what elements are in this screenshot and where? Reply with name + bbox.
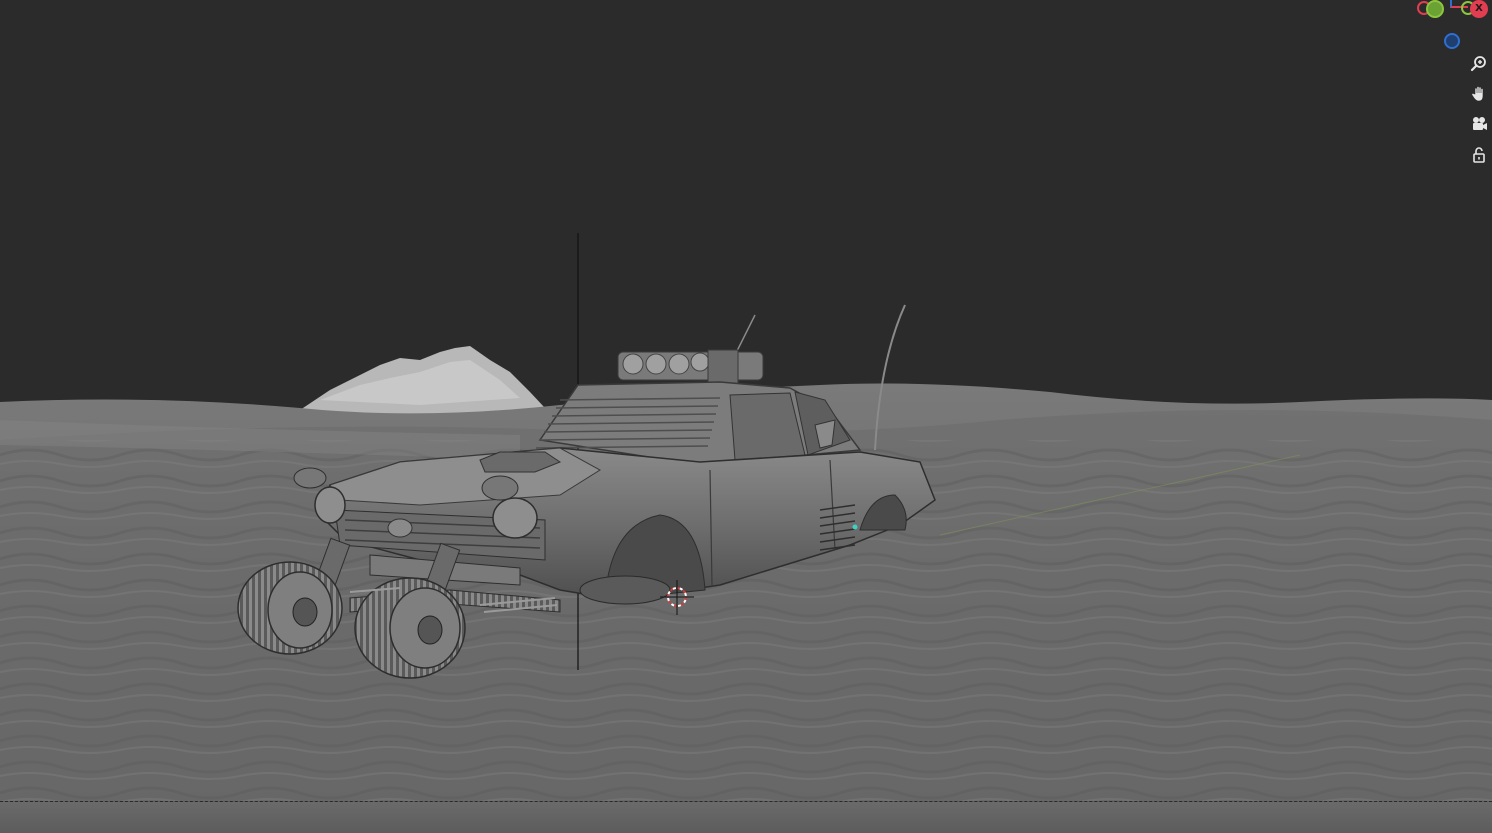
timeline-header-bar[interactable] xyxy=(0,801,1492,833)
unlock-icon xyxy=(1473,147,1485,163)
zoom-icon xyxy=(1470,56,1486,72)
gizmo-x-axis[interactable]: X xyxy=(1470,0,1488,18)
3d-viewport[interactable]: X xyxy=(0,0,1492,833)
pan-button[interactable] xyxy=(1467,82,1491,106)
camera-icon xyxy=(1473,117,1487,130)
hand-icon xyxy=(1471,86,1484,102)
lock-button[interactable] xyxy=(1467,143,1491,167)
roof-light-bar xyxy=(617,349,764,385)
gizmo-z-axis[interactable] xyxy=(1444,33,1460,49)
scene-render xyxy=(0,0,1492,833)
zoom-button[interactable] xyxy=(1467,52,1491,76)
camera-button[interactable] xyxy=(1467,112,1491,136)
gizmo-x-label: X xyxy=(1475,3,1483,14)
gizmo-y-axis[interactable] xyxy=(1426,0,1444,18)
